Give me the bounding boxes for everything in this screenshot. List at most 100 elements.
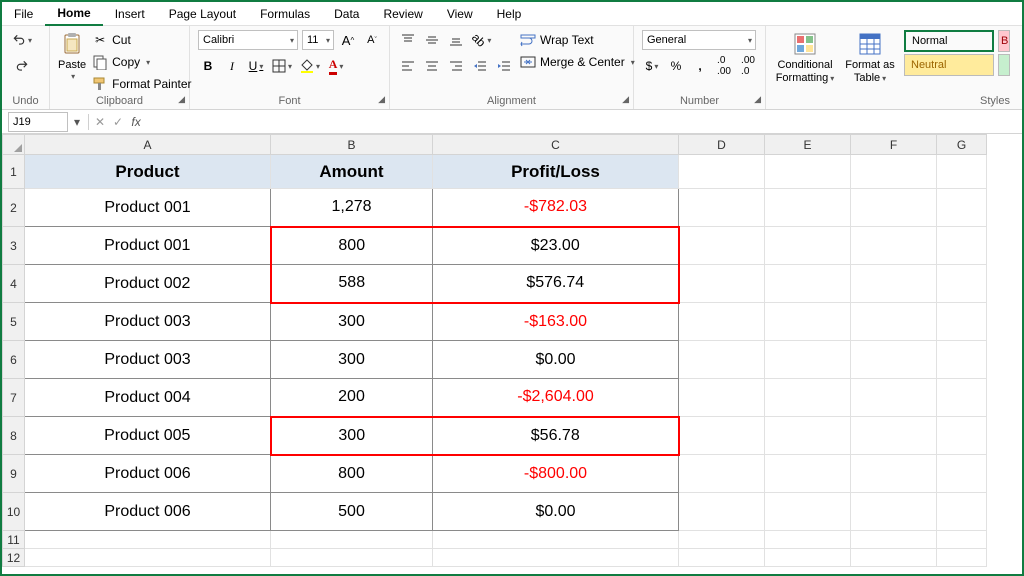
menu-insert[interactable]: Insert	[103, 3, 157, 25]
cell[interactable]	[765, 341, 851, 379]
align-center-button[interactable]	[422, 56, 442, 76]
row-header-8[interactable]: 8	[3, 417, 25, 455]
cell[interactable]	[937, 341, 987, 379]
row-header-11[interactable]: 11	[3, 531, 25, 549]
cell[interactable]: Profit/Loss	[433, 155, 679, 189]
name-box[interactable]: J19	[8, 112, 68, 132]
cell[interactable]: -$800.00	[433, 455, 679, 493]
cell[interactable]	[765, 189, 851, 227]
cell[interactable]: $56.78	[433, 417, 679, 455]
cell[interactable]	[851, 189, 937, 227]
cell[interactable]: 300	[271, 341, 433, 379]
cell[interactable]: Product 004	[25, 379, 271, 417]
cell[interactable]	[851, 155, 937, 189]
spreadsheet-grid[interactable]: A B C D E F G 1 Product Amount Profit/Lo…	[2, 134, 987, 567]
align-bottom-button[interactable]	[446, 30, 466, 50]
row-header-4[interactable]: 4	[3, 265, 25, 303]
font-dialog-launcher[interactable]: ◢	[378, 94, 385, 105]
cell[interactable]: 300	[271, 303, 433, 341]
cell[interactable]: Product 005	[25, 417, 271, 455]
redo-button[interactable]	[10, 56, 34, 76]
format-as-table-button[interactable]: Format as Table▾	[842, 30, 898, 84]
row-header-6[interactable]: 6	[3, 341, 25, 379]
cell[interactable]: 1,278	[271, 189, 433, 227]
conditional-formatting-button[interactable]: Conditional Formatting▾	[774, 30, 836, 84]
menu-page-layout[interactable]: Page Layout	[157, 3, 248, 25]
cell[interactable]: Product 006	[25, 493, 271, 531]
row-header-10[interactable]: 10	[3, 493, 25, 531]
cell[interactable]	[765, 155, 851, 189]
cell[interactable]	[679, 531, 765, 549]
cell[interactable]: 300	[271, 417, 433, 455]
cell[interactable]	[25, 531, 271, 549]
cell[interactable]	[937, 549, 987, 567]
cell[interactable]	[765, 265, 851, 303]
cell[interactable]	[851, 341, 937, 379]
menu-home[interactable]: Home	[45, 2, 102, 26]
cell[interactable]	[679, 155, 765, 189]
col-header-c[interactable]: C	[433, 135, 679, 155]
merge-center-button[interactable]: Merge & Center▾	[520, 52, 635, 72]
cell[interactable]	[679, 265, 765, 303]
cell[interactable]: Amount	[271, 155, 433, 189]
enter-formula-button[interactable]: ✓	[109, 115, 127, 129]
cell[interactable]	[765, 549, 851, 567]
cell[interactable]: $576.74	[433, 265, 679, 303]
cell[interactable]	[851, 417, 937, 455]
cell[interactable]	[679, 379, 765, 417]
col-header-b[interactable]: B	[271, 135, 433, 155]
cell[interactable]	[851, 549, 937, 567]
cut-button[interactable]: ✂Cut	[92, 30, 191, 50]
cell[interactable]	[679, 227, 765, 265]
cell[interactable]: Product 001	[25, 227, 271, 265]
cell[interactable]	[765, 417, 851, 455]
cell[interactable]	[851, 227, 937, 265]
row-header-9[interactable]: 9	[3, 455, 25, 493]
cell[interactable]	[851, 493, 937, 531]
cell[interactable]	[937, 227, 987, 265]
cell[interactable]	[851, 531, 937, 549]
cell[interactable]	[271, 531, 433, 549]
menu-formulas[interactable]: Formulas	[248, 3, 322, 25]
col-header-a[interactable]: A	[25, 135, 271, 155]
cell-style-bad[interactable]: B	[998, 30, 1010, 52]
undo-button[interactable]: ▾	[10, 30, 34, 50]
menu-review[interactable]: Review	[371, 3, 434, 25]
align-top-button[interactable]	[398, 30, 418, 50]
format-painter-button[interactable]: Format Painter	[92, 74, 191, 94]
cell[interactable]	[937, 303, 987, 341]
cell[interactable]: -$163.00	[433, 303, 679, 341]
select-all-corner[interactable]	[3, 135, 25, 155]
col-header-d[interactable]: D	[679, 135, 765, 155]
orientation-button[interactable]: ab▾	[470, 30, 493, 50]
number-dialog-launcher[interactable]: ◢	[754, 94, 761, 105]
col-header-g[interactable]: G	[937, 135, 987, 155]
cell[interactable]	[851, 303, 937, 341]
cell-style-neutral[interactable]: Neutral	[904, 54, 994, 76]
paste-button[interactable]: Paste ▾	[58, 30, 86, 81]
cell[interactable]	[765, 379, 851, 417]
col-header-f[interactable]: F	[851, 135, 937, 155]
cell[interactable]	[765, 227, 851, 265]
cell[interactable]	[765, 493, 851, 531]
menu-help[interactable]: Help	[485, 3, 534, 25]
cell[interactable]: 800	[271, 227, 433, 265]
col-header-e[interactable]: E	[765, 135, 851, 155]
cell[interactable]	[765, 455, 851, 493]
row-header-2[interactable]: 2	[3, 189, 25, 227]
accounting-format-button[interactable]: $▾	[642, 56, 662, 76]
cell[interactable]: -$782.03	[433, 189, 679, 227]
align-middle-button[interactable]	[422, 30, 442, 50]
cell[interactable]	[937, 531, 987, 549]
cell[interactable]: -$2,604.00	[433, 379, 679, 417]
cell-style-good[interactable]	[998, 54, 1010, 76]
cell[interactable]	[765, 303, 851, 341]
row-header-12[interactable]: 12	[3, 549, 25, 567]
cancel-formula-button[interactable]: ✕	[91, 115, 109, 129]
cell[interactable]: Product	[25, 155, 271, 189]
font-size-dropdown[interactable]: 11	[302, 30, 334, 50]
cell[interactable]	[937, 417, 987, 455]
fx-button[interactable]: fx	[127, 115, 145, 129]
italic-button[interactable]: I	[222, 56, 242, 76]
increase-indent-button[interactable]	[494, 56, 514, 76]
